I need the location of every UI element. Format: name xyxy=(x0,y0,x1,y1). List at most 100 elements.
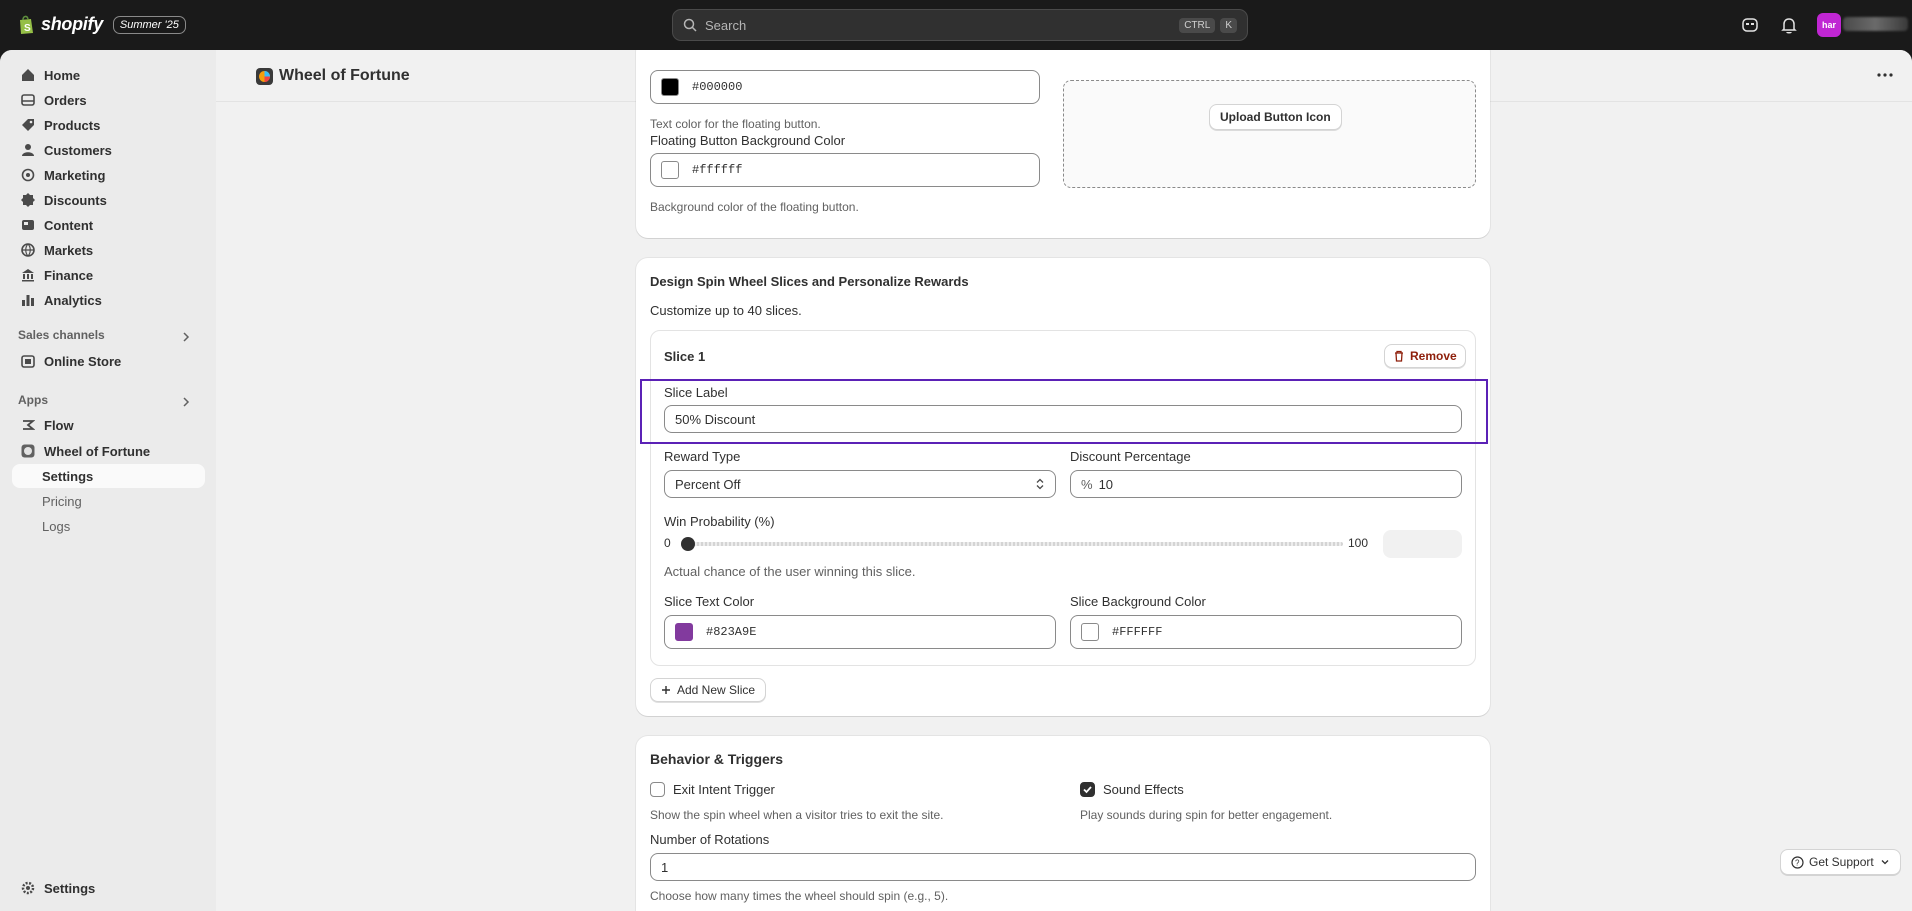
sidebar-item-label: Content xyxy=(44,217,94,233)
slice-text-color-label: Slice Text Color xyxy=(664,594,755,609)
sidebar-item-label: Marketing xyxy=(44,167,106,183)
slice-bg-color-field[interactable]: #FFFFFF xyxy=(1070,615,1462,649)
reward-type-select[interactable]: Percent Off xyxy=(664,470,1056,498)
sidebar-item-label: Settings xyxy=(42,468,94,484)
bank-icon xyxy=(20,267,36,283)
add-new-slice-button[interactable]: Add New Slice xyxy=(650,678,767,702)
slice-label-input[interactable]: 50% Discount xyxy=(664,405,1462,433)
sidebar-item-pricing[interactable]: Pricing xyxy=(12,489,205,513)
sidebar-item-logs[interactable]: Logs xyxy=(12,514,205,538)
search-placeholder: Search xyxy=(705,17,747,33)
get-support-button[interactable]: ? Get Support xyxy=(1780,849,1901,875)
slice-bg-color-label: Slice Background Color xyxy=(1070,594,1206,609)
sidebar-item-label: Home xyxy=(44,67,81,83)
gear-icon xyxy=(20,880,36,896)
sidebar-item-wheel-of-fortune[interactable]: Wheel of Fortune xyxy=(12,439,205,463)
win-probability-label: Win Probability (%) xyxy=(664,514,775,529)
sidebar-item-online-store[interactable]: Online Store xyxy=(12,349,205,373)
svg-text:S: S xyxy=(24,23,31,34)
upload-button-label: Upload Button Icon xyxy=(1220,110,1331,124)
sidebar-item-marketing[interactable]: Marketing xyxy=(12,163,205,187)
slice-label-value: 50% Discount xyxy=(675,411,756,427)
bg-color-field[interactable]: #ffffff xyxy=(650,153,1040,187)
exit-intent-checkbox[interactable] xyxy=(650,782,665,797)
chevron-right-icon[interactable] xyxy=(180,396,192,408)
icon-dropzone[interactable]: Upload Button Icon xyxy=(1063,80,1476,188)
discount-percentage-input[interactable]: % 10 xyxy=(1070,470,1462,498)
color-swatch[interactable] xyxy=(661,161,679,179)
text-color-field[interactable]: #000000 xyxy=(650,70,1040,104)
rotations-input[interactable]: 1 xyxy=(650,853,1476,881)
slider-thumb[interactable] xyxy=(681,537,695,551)
sidebar-item-home[interactable]: Home xyxy=(12,63,205,87)
trash-icon xyxy=(1395,350,1403,362)
admin-shell: Home Orders Products Customers Marketing… xyxy=(0,50,1912,911)
sidebar-item-label: Customers xyxy=(44,142,112,158)
chevron-down-icon xyxy=(1881,860,1889,865)
edition-badge[interactable]: Summer '25 xyxy=(112,15,186,34)
slice-text-color-value: #823A9E xyxy=(706,625,757,639)
flow-icon xyxy=(20,417,36,433)
sidebar-item-label: Flow xyxy=(44,417,74,433)
sidebar-item-finance[interactable]: Finance xyxy=(12,263,205,287)
sidebar-item-label: Discounts xyxy=(44,192,107,208)
sidebar-item-analytics[interactable]: Analytics xyxy=(12,288,205,312)
win-probability-value-input[interactable] xyxy=(1383,530,1462,558)
sound-effects-checkbox[interactable] xyxy=(1080,782,1095,797)
color-swatch[interactable] xyxy=(661,78,679,96)
home-icon xyxy=(20,67,36,83)
sidebar-item-orders[interactable]: Orders xyxy=(12,88,205,112)
sidekick-icon[interactable] xyxy=(1740,15,1760,35)
person-icon xyxy=(20,142,36,158)
sidebar-item-label: Pricing xyxy=(42,493,82,509)
sidebar-item-discounts[interactable]: Discounts xyxy=(12,188,205,212)
sidebar-item-label: Finance xyxy=(44,267,94,283)
sidebar-item-label: Wheel of Fortune xyxy=(44,443,151,459)
sidebar-item-content[interactable]: Content xyxy=(12,213,205,237)
slices-card-subtitle: Customize up to 40 slices. xyxy=(650,303,802,318)
exit-intent-help: Show the spin wheel when a visitor tries… xyxy=(650,808,944,822)
sidebar-item-markets[interactable]: Markets xyxy=(12,238,205,262)
slice-title: Slice 1 xyxy=(664,349,706,364)
sidebar-item-products[interactable]: Products xyxy=(12,113,205,137)
sound-effects-label[interactable]: Sound Effects xyxy=(1103,782,1184,797)
store-icon xyxy=(20,353,36,369)
slice-text-color-field[interactable]: #823A9E xyxy=(664,615,1056,649)
sidebar-item-customers[interactable]: Customers xyxy=(12,138,205,162)
color-swatch[interactable] xyxy=(1081,623,1099,641)
win-probability-help: Actual chance of the user winning this s… xyxy=(664,564,916,579)
bg-color-value: #ffffff xyxy=(692,163,743,177)
rotations-value: 1 xyxy=(661,859,669,875)
shopify-logo[interactable]: S shopify Summer '25 xyxy=(18,14,186,35)
globe-icon xyxy=(20,242,36,258)
avatar[interactable]: har xyxy=(1817,13,1841,37)
page-title-text: Wheel of Fortune xyxy=(279,67,410,84)
slices-card: Design Spin Wheel Slices and Personalize… xyxy=(636,258,1490,716)
sidebar-item-label: Analytics xyxy=(44,292,102,308)
remove-label: Remove xyxy=(1410,349,1457,363)
bell-icon[interactable] xyxy=(1779,15,1799,35)
sidebar-item-flow[interactable]: Flow xyxy=(12,413,205,437)
chevron-right-icon[interactable] xyxy=(180,331,192,343)
sidebar-item-settings[interactable]: Settings xyxy=(12,876,205,900)
remove-slice-button[interactable]: Remove xyxy=(1384,344,1466,368)
shopify-wordmark: shopify xyxy=(41,14,103,34)
shortcut-ctrl: CTRL xyxy=(1179,17,1216,33)
store-name-blurred[interactable] xyxy=(1843,17,1908,31)
help-circle-icon: ? xyxy=(1791,855,1804,869)
apps-heading[interactable]: Apps xyxy=(18,393,48,407)
color-swatch[interactable] xyxy=(675,623,693,641)
win-probability-slider[interactable] xyxy=(681,537,1343,551)
sidebar-item-label: Online Store xyxy=(44,353,122,369)
exit-intent-label[interactable]: Exit Intent Trigger xyxy=(673,782,775,797)
sidebar-item-label: Markets xyxy=(44,242,94,258)
search-bar[interactable]: Search CTRL K xyxy=(672,9,1248,41)
more-actions-icon[interactable] xyxy=(1876,68,1894,82)
select-chevron-icon xyxy=(1036,478,1044,490)
text-color-help: Text color for the floating button. xyxy=(650,117,821,131)
target-icon xyxy=(20,167,36,183)
shopify-bag-icon: S xyxy=(20,15,33,34)
upload-button-icon-button[interactable]: Upload Button Icon xyxy=(1209,104,1342,130)
sales-channels-heading[interactable]: Sales channels xyxy=(18,328,105,342)
sidebar-item-settings-sub[interactable]: Settings xyxy=(12,464,205,488)
